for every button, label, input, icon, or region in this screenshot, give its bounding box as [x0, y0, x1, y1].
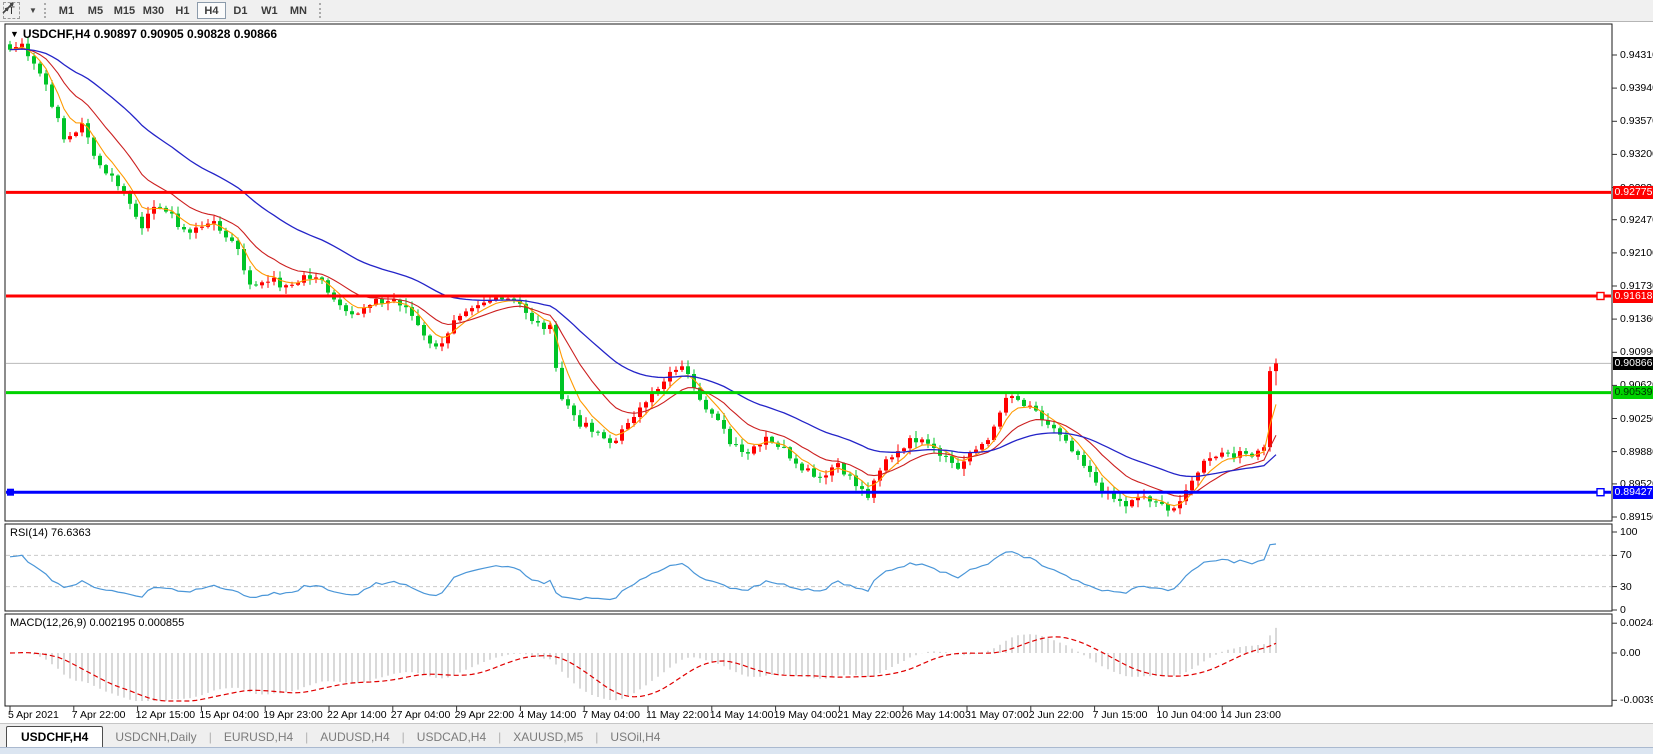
price-axis-tick-label: 0.92100: [1620, 247, 1653, 259]
price-axis-tick-label: 0.89150: [1620, 511, 1653, 523]
symbol-ohlc-text: USDCHF,H4 0.90897 0.90905 0.90828 0.9086…: [23, 27, 277, 41]
time-axis-label: 15 Apr 04:00: [199, 709, 259, 721]
time-axis-label: 27 Apr 04:00: [391, 709, 451, 721]
time-axis-label: 21 May 22:00: [837, 709, 901, 721]
time-axis-label: 11 May 22:00: [646, 709, 709, 721]
status-strip: [0, 747, 1653, 754]
rsi-axis-label: 0: [1620, 604, 1626, 616]
time-axis-label: 31 May 07:00: [965, 709, 1029, 721]
chart-symbol-header[interactable]: ▼ USDCHF,H4 0.90897 0.90905 0.90828 0.908…: [10, 27, 277, 41]
macd-axis-label: 0.00: [1620, 647, 1640, 659]
tab-xauusd-m5[interactable]: XAUUSD,M5: [501, 727, 595, 747]
price-line-tag: 0.89427: [1613, 486, 1653, 499]
rsi-indicator-label: RSI(14) 76.6363: [10, 527, 91, 539]
tab-eurusd-h4[interactable]: EURUSD,H4: [212, 727, 305, 747]
time-axis-label: 26 May 14:00: [901, 709, 965, 721]
time-axis-label: 19 May 04:00: [774, 709, 838, 721]
time-axis-label: 14 Jun 23:00: [1220, 709, 1281, 721]
chart-tab-bar: USDCHF,H4USDCNH,Daily|EURUSD,H4|AUDUSD,H…: [0, 723, 1653, 747]
price-axis-tick-label: 0.91360: [1620, 313, 1653, 325]
price-line-tag: 0.90539: [1613, 386, 1653, 399]
price-line-tag: 0.92775: [1613, 186, 1653, 199]
rsi-axis-label: 70: [1620, 549, 1632, 561]
tab-usdcnh-daily[interactable]: USDCNH,Daily: [103, 727, 208, 747]
tab-usdcad-h4[interactable]: USDCAD,H4: [405, 727, 498, 747]
time-axis-label: 5 Apr 2021: [8, 709, 59, 721]
tab-usoil-h4[interactable]: USOil,H4: [598, 727, 672, 747]
price-axis-tick-label: 0.93940: [1620, 82, 1653, 94]
time-axis-label: 22 Apr 14:00: [327, 709, 387, 721]
rsi-axis-label: 30: [1620, 581, 1632, 593]
time-axis-label: 19 Apr 23:00: [263, 709, 323, 721]
time-axis-label: 2 Jun 22:00: [1029, 709, 1084, 721]
time-axis-label: 12 Apr 15:00: [136, 709, 196, 721]
current-price-tag: 0.90866: [1613, 357, 1653, 370]
price-axis-tick-label: 0.92470: [1620, 214, 1653, 226]
time-axis-label: 7 Apr 22:00: [72, 709, 126, 721]
price-axis-tick-label: 0.89880: [1620, 446, 1653, 458]
macd-axis-label: 0.002487: [1620, 617, 1653, 629]
time-axis-label: 4 May 14:00: [518, 709, 576, 721]
trading-app-window: T ▼ M1M5M15M30H1H4D1W1MN ▼USDCHF,H4 0.90…: [0, 0, 1653, 754]
time-axis-label: 10 Jun 04:00: [1156, 709, 1217, 721]
chart-canvas[interactable]: [0, 0, 1653, 754]
time-axis-label: 7 May 04:00: [582, 709, 640, 721]
time-axis-label: 14 May 14:00: [710, 709, 774, 721]
time-axis-label: 29 Apr 22:00: [455, 709, 515, 721]
price-axis-tick-label: 0.94310: [1620, 49, 1653, 61]
tab-audusd-h4[interactable]: AUDUSD,H4: [308, 727, 401, 747]
macd-indicator-label: MACD(12,26,9) 0.002195 0.000855: [10, 617, 184, 629]
macd-axis-label: -0.00394: [1620, 694, 1653, 706]
price-axis-tick-label: 0.93570: [1620, 115, 1653, 127]
price-axis-tick-label: 0.90250: [1620, 413, 1653, 425]
rsi-axis-label: 100: [1620, 526, 1638, 538]
symbol-dropdown-icon[interactable]: ▼: [10, 29, 19, 39]
time-axis-label: 7 Jun 15:00: [1093, 709, 1148, 721]
price-axis-tick-label: 0.93200: [1620, 148, 1653, 160]
price-line-tag: 0.91618: [1613, 290, 1653, 303]
tab-usdchf-h4[interactable]: USDCHF,H4: [6, 726, 103, 747]
